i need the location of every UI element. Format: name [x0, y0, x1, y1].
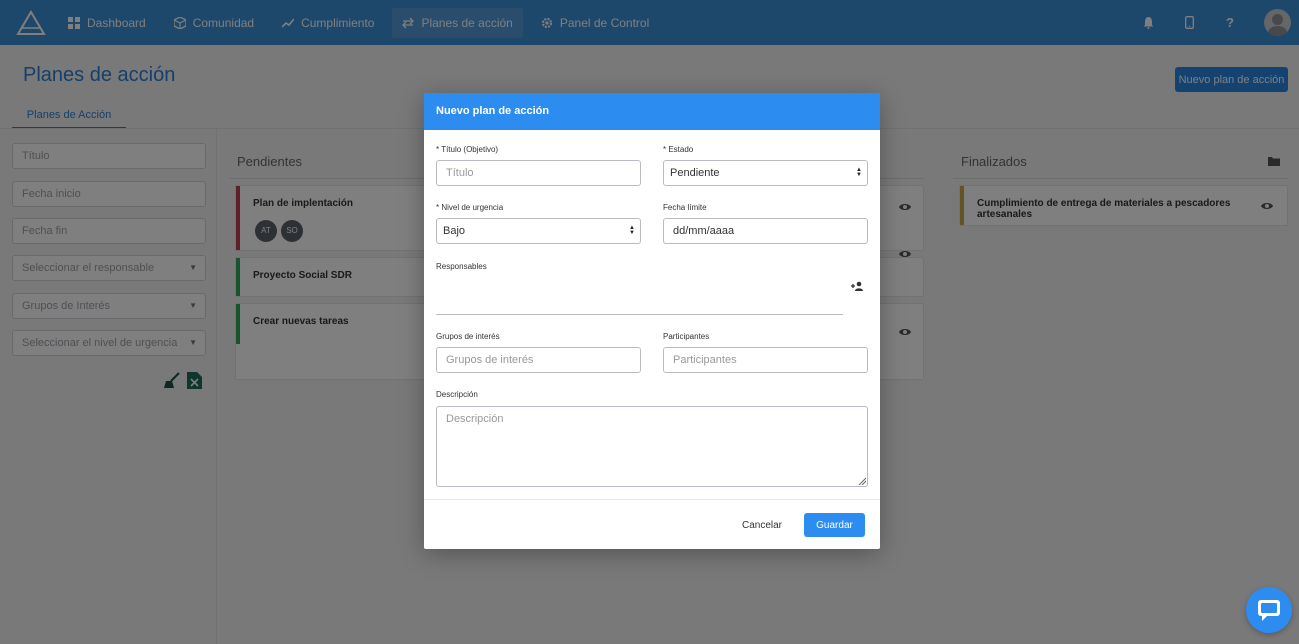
chat-icon	[1258, 600, 1280, 621]
responsables-field[interactable]	[436, 314, 843, 315]
resize-handle-icon[interactable]	[858, 477, 866, 485]
urgencia-value: Bajo	[443, 225, 466, 237]
titulo-label: * Título (Objetivo)	[436, 145, 499, 154]
modal-footer-divider	[424, 499, 880, 500]
modal-title: Nuevo plan de acción	[424, 93, 880, 130]
estado-label: * Estado	[663, 145, 694, 154]
participantes-placeholder: Participantes	[673, 354, 737, 366]
new-plan-modal: Nuevo plan de acción * Título (Objetivo)…	[424, 93, 880, 549]
fecha-limite-input[interactable]: dd/mm/aaaa	[663, 218, 868, 244]
descripcion-placeholder: Descripción	[446, 413, 504, 425]
descripcion-label: Descripción	[436, 390, 478, 399]
select-arrows-icon: ▲ ▼	[856, 167, 862, 178]
save-button[interactable]: Guardar	[804, 513, 865, 537]
grupos-placeholder: Grupos de interés	[446, 354, 534, 366]
descripcion-textarea[interactable]: Descripción	[436, 406, 868, 487]
grupos-input[interactable]: Grupos de interés	[436, 347, 641, 373]
urgencia-label: * Nivel de urgencia	[436, 203, 504, 212]
chat-button[interactable]	[1246, 587, 1292, 633]
fecha-limite-label: Fecha límite	[663, 203, 707, 212]
select-arrows-icon: ▲ ▼	[629, 225, 635, 236]
titulo-placeholder: Título	[446, 167, 474, 179]
responsables-label: Responsables	[436, 262, 487, 271]
estado-select[interactable]: Pendiente ▲ ▼	[663, 160, 868, 186]
cancel-button[interactable]: Cancelar	[734, 513, 790, 537]
participantes-input[interactable]: Participantes	[663, 347, 868, 373]
participantes-label: Participantes	[663, 332, 710, 341]
urgencia-select[interactable]: Bajo ▲ ▼	[436, 218, 641, 244]
estado-value: Pendiente	[670, 167, 720, 179]
grupos-label: Grupos de interés	[436, 332, 500, 341]
titulo-input[interactable]: Título	[436, 160, 641, 186]
fecha-limite-placeholder: dd/mm/aaaa	[673, 225, 735, 237]
add-user-icon[interactable]	[851, 281, 864, 291]
